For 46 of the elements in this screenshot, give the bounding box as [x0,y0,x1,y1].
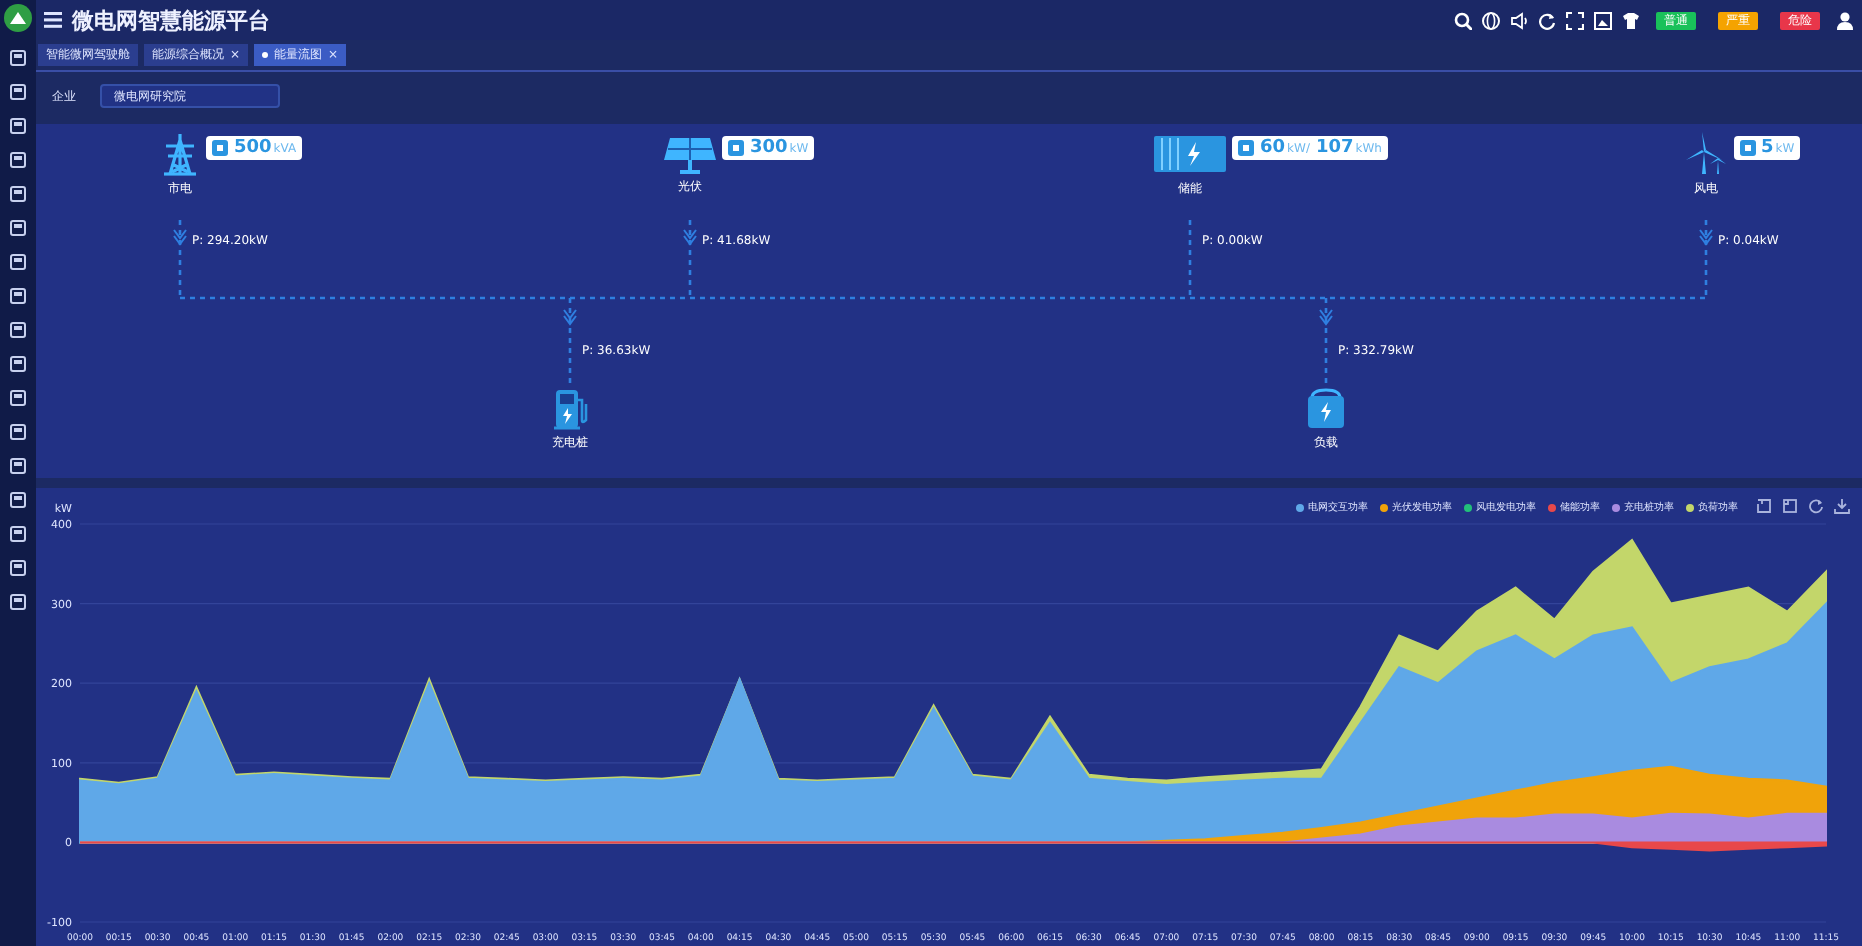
sidebar-icon[interactable] [10,424,26,440]
load-box-icon [1306,388,1346,430]
refresh-icon[interactable] [1808,498,1824,514]
chip-icon [1739,140,1755,156]
app-title: 微电网智慧能源平台 [72,5,270,35]
sidebar-icon[interactable] [10,118,26,134]
zoom-icon[interactable] [1782,498,1798,514]
image-icon[interactable] [1594,11,1612,29]
menu-icon[interactable] [44,12,62,28]
sidebar-icon[interactable] [10,322,26,338]
sidebar-icon[interactable] [10,288,26,304]
solar-panel-icon [664,132,716,174]
sidebar-icon[interactable] [10,526,26,542]
search-icon[interactable] [1454,11,1472,29]
globe-icon[interactable] [1482,11,1500,29]
flow-arrow [683,220,697,298]
chip-icon [1238,140,1254,156]
flow-arrow [1319,298,1333,384]
sidebar-icon[interactable] [10,458,26,474]
container-icon [1154,132,1226,176]
restore-icon[interactable] [1756,498,1772,514]
flow-arrow [563,298,577,384]
fullscreen-icon[interactable] [1566,11,1584,29]
flow-arrow [1699,220,1713,298]
download-icon[interactable] [1834,498,1850,514]
user-icon[interactable] [1836,11,1854,29]
chip-icon [212,140,228,156]
chip-icon [728,140,744,156]
flow-arrow [173,220,187,298]
sidebar-icon[interactable] [10,356,26,372]
sidebar-icon[interactable] [10,390,26,406]
sidebar-icon[interactable] [10,50,26,66]
pylon-icon [160,132,200,176]
wind-turbine-icon [1685,132,1727,176]
shirt-icon[interactable] [1622,11,1640,29]
sidebar-icon[interactable] [10,492,26,508]
sidebar-icon[interactable] [10,186,26,202]
sidebar-icon[interactable] [10,594,26,610]
speaker-icon[interactable] [1510,11,1528,29]
sidebar-icon[interactable] [10,254,26,270]
sidebar-icon[interactable] [10,220,26,236]
sidebar-icon[interactable] [10,84,26,100]
sidebar-icon[interactable] [10,560,26,576]
sidebar-icon[interactable] [10,152,26,168]
charging-pile-icon [552,388,588,430]
logo-icon[interactable] [4,4,32,32]
